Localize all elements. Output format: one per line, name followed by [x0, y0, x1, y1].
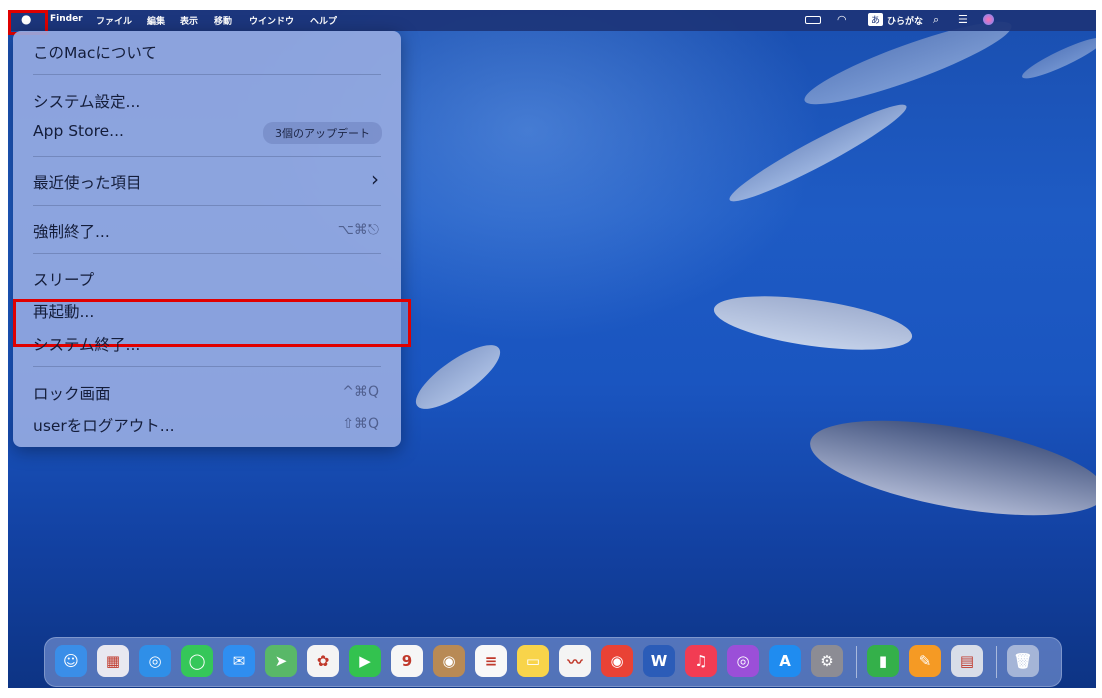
- menu-item-about[interactable]: このMacについて: [33, 41, 157, 63]
- menu-separator: [33, 156, 381, 157]
- menu-item-lock-screen[interactable]: ロック画面: [33, 382, 111, 404]
- app-store-update-badge: 3個のアップデート: [263, 122, 382, 144]
- freeform-icon[interactable]: 〰: [559, 645, 591, 677]
- wallpaper-dolphin: [407, 334, 509, 420]
- menu-edit[interactable]: 編集: [147, 14, 165, 27]
- chevron-right-icon: ›: [371, 167, 379, 191]
- facetime-icon[interactable]: ▶: [349, 645, 381, 677]
- logout-shortcut: ⇧⌘Q: [342, 416, 379, 432]
- desktop: ● Finder ファイル 編集 表示 移動 ウインドウ ヘルプ ◠ あ ひらが…: [8, 10, 1096, 688]
- reminders-icon[interactable]: ≡: [475, 645, 507, 677]
- battery-icon[interactable]: [805, 16, 821, 24]
- wallpaper-dolphin: [723, 94, 913, 212]
- podcasts-icon[interactable]: ◎: [727, 645, 759, 677]
- wallpaper-dolphin: [803, 402, 1096, 534]
- menu-bar: ● Finder ファイル 編集 表示 移動 ウインドウ ヘルプ ◠ あ ひらが…: [8, 10, 1096, 31]
- trash-icon[interactable]: 🗑: [1007, 645, 1039, 677]
- dock: ☺ ▦ ◎ ◯ ✉ ➤ ✿ ▶ 9 ◉ ≡ ▭ 〰 ◉ W ♫ ◎ A ⚙ ▮ ✎ ▤ 🗑: [44, 637, 1062, 687]
- menu-window[interactable]: ウインドウ: [249, 14, 294, 27]
- menu-separator: [33, 253, 381, 254]
- wifi-icon[interactable]: ◠: [837, 13, 847, 26]
- messages-icon[interactable]: ◯: [181, 645, 213, 677]
- numbers-icon[interactable]: ▮: [867, 645, 899, 677]
- search-icon[interactable]: ⌕: [933, 13, 939, 27]
- safari-icon[interactable]: ◎: [139, 645, 171, 677]
- photos-icon[interactable]: ✿: [307, 645, 339, 677]
- menu-item-system-settings[interactable]: システム設定...: [33, 90, 140, 112]
- lock-screen-shortcut: ^⌘Q: [342, 384, 379, 400]
- app-store-icon[interactable]: A: [769, 645, 801, 677]
- input-method-badge[interactable]: あ: [868, 13, 884, 26]
- calendar-icon[interactable]: 9: [391, 645, 423, 677]
- chrome-icon[interactable]: ◉: [601, 645, 633, 677]
- menu-item-restart[interactable]: 再起動...: [33, 300, 94, 322]
- force-quit-shortcut: ⌥⌘⎋: [337, 222, 379, 238]
- siri-icon[interactable]: [983, 14, 994, 25]
- menu-separator: [33, 74, 381, 75]
- menu-go[interactable]: 移動: [214, 14, 232, 27]
- menu-file[interactable]: ファイル: [96, 14, 132, 27]
- dock-separator: [996, 646, 997, 678]
- music-icon[interactable]: ♫: [685, 645, 717, 677]
- menu-separator: [33, 205, 381, 206]
- preview-icon[interactable]: ▤: [951, 645, 983, 677]
- maps-icon[interactable]: ➤: [265, 645, 297, 677]
- wallpaper-dolphin: [710, 286, 916, 360]
- word-icon[interactable]: W: [643, 645, 675, 677]
- menu-help[interactable]: ヘルプ: [310, 14, 337, 27]
- notes-icon[interactable]: ▭: [517, 645, 549, 677]
- finder-icon[interactable]: ☺: [55, 645, 87, 677]
- menu-item-logout[interactable]: userをログアウト...: [33, 414, 175, 436]
- control-center-icon[interactable]: ☰: [958, 13, 968, 26]
- menu-item-sleep[interactable]: スリープ: [33, 268, 94, 290]
- apple-menu: このMacについて システム設定... App Store... 3個のアップデ…: [13, 31, 411, 447]
- system-settings-icon[interactable]: ⚙: [811, 645, 843, 677]
- menu-item-force-quit[interactable]: 強制終了...: [33, 220, 110, 242]
- wallpaper-dolphin: [1018, 31, 1096, 85]
- menu-item-recent-items[interactable]: 最近使った項目: [33, 171, 142, 193]
- mail-icon[interactable]: ✉: [223, 645, 255, 677]
- launchpad-icon[interactable]: ▦: [97, 645, 129, 677]
- menu-view[interactable]: 表示: [180, 14, 198, 27]
- menu-separator: [33, 366, 381, 367]
- contacts-icon[interactable]: ◉: [433, 645, 465, 677]
- menu-item-app-store[interactable]: App Store...: [33, 122, 124, 140]
- input-method-label[interactable]: ひらがな: [887, 14, 923, 27]
- pages-icon[interactable]: ✎: [909, 645, 941, 677]
- menu-item-shutdown[interactable]: システム終了...: [33, 333, 140, 355]
- menu-finder[interactable]: Finder: [50, 14, 83, 24]
- dock-separator: [856, 646, 857, 678]
